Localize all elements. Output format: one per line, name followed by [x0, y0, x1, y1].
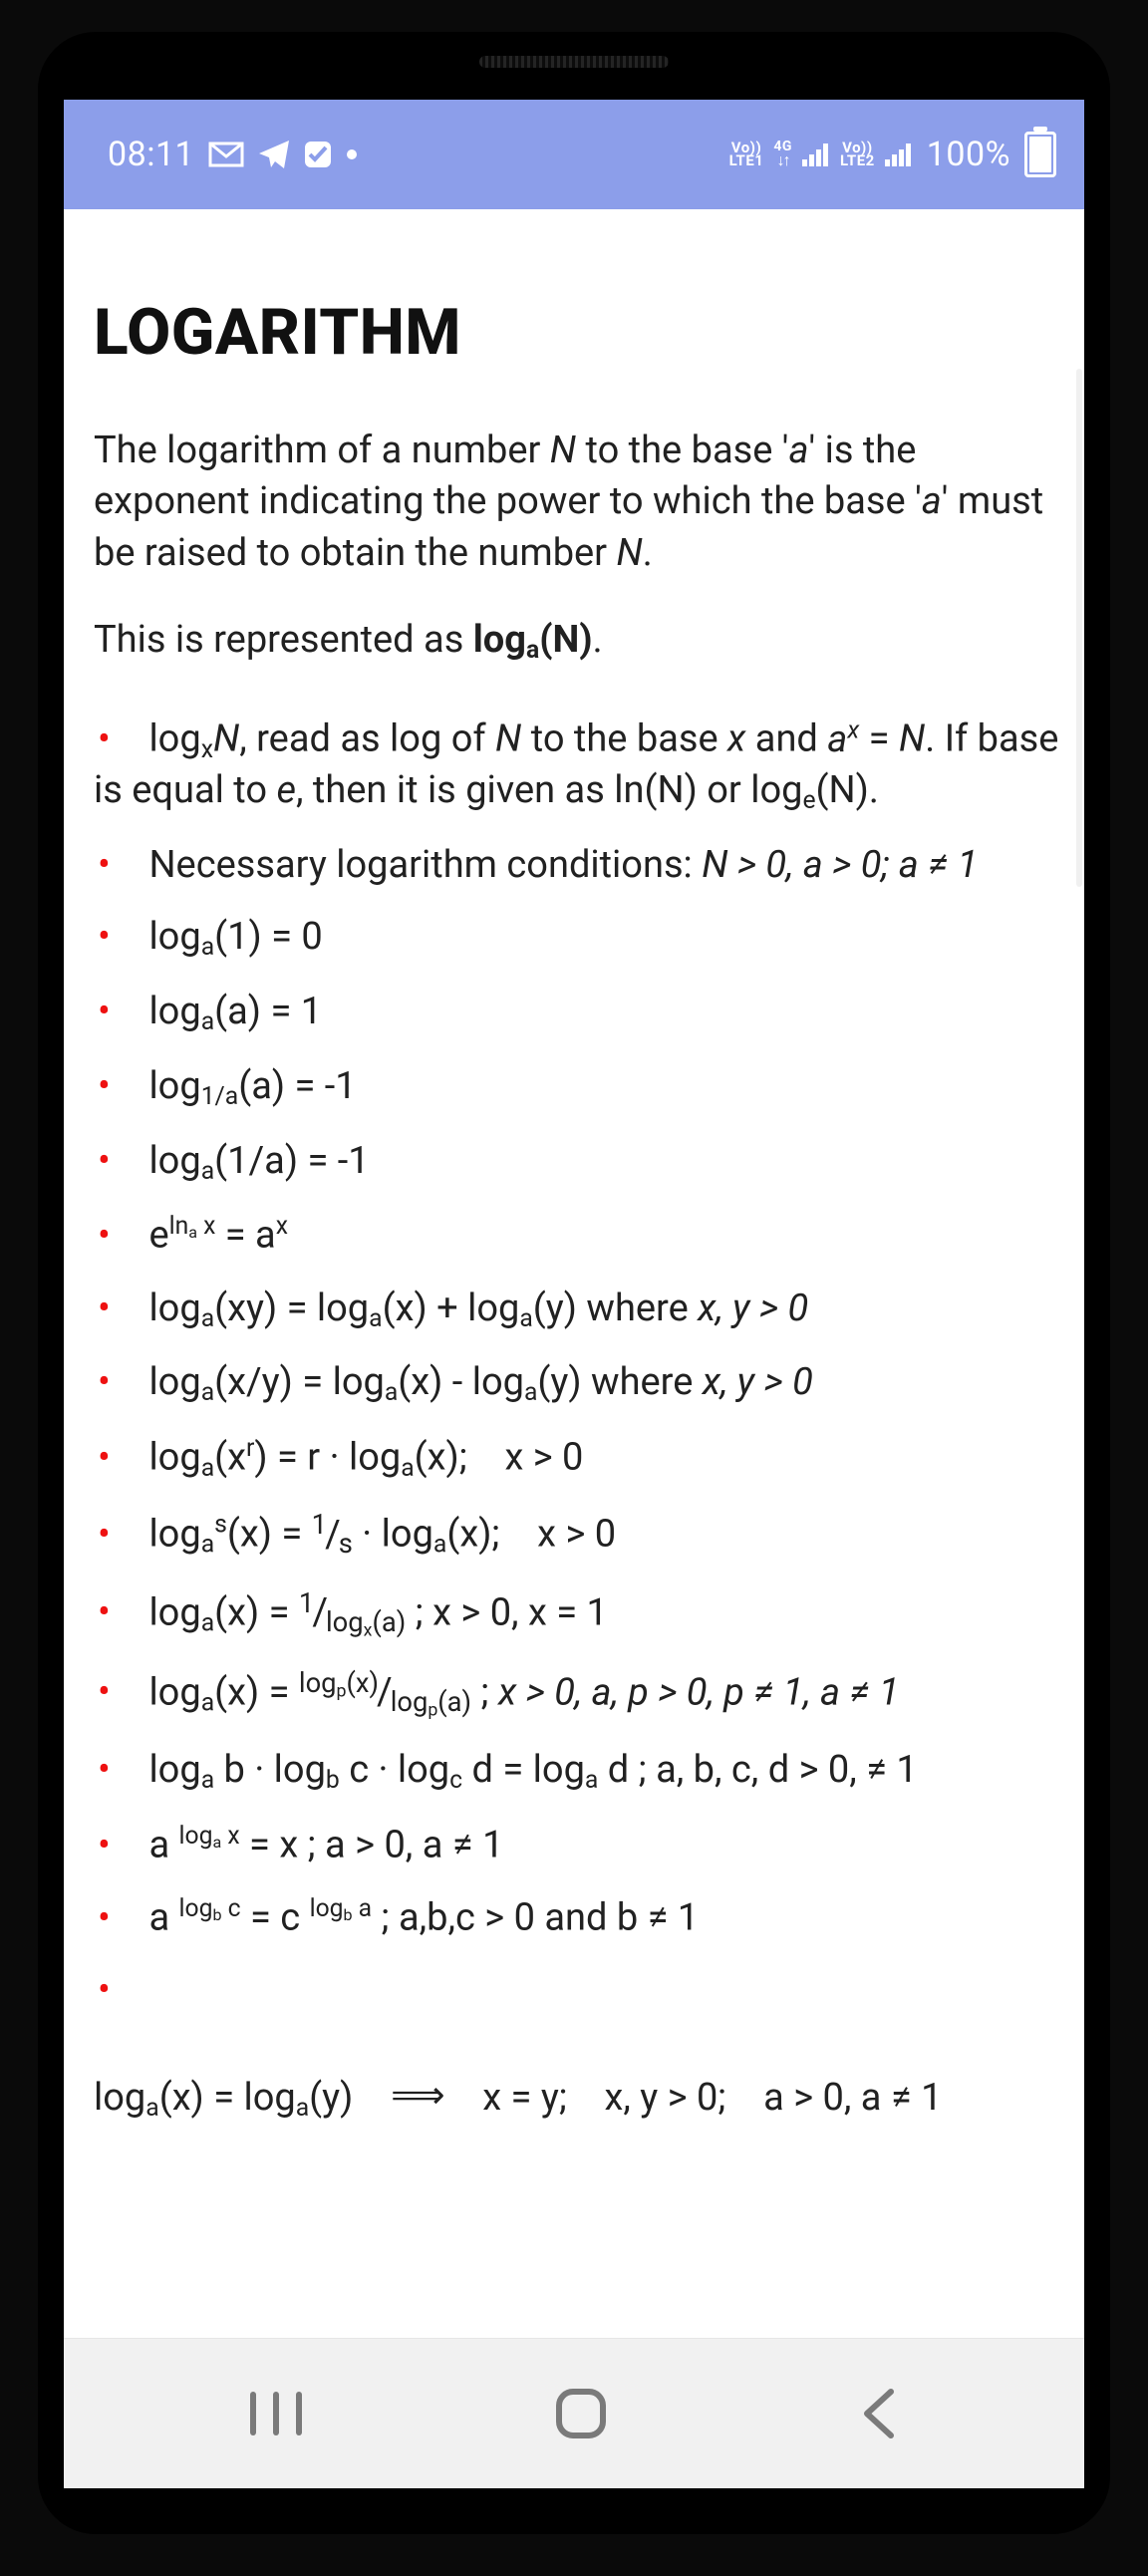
bullet-icon	[98, 1516, 144, 1554]
signal-2-icon	[885, 143, 913, 166]
bullet-icon	[98, 1289, 144, 1327]
bullet-icon	[98, 1899, 144, 1937]
list-item: loga(a) = 1	[94, 988, 1060, 1062]
gmail-icon	[208, 141, 244, 168]
bullet-icon	[98, 1751, 144, 1789]
implication-line: loga(x) = loga(y) ⟹ x = y; x, y > 0; a >…	[94, 2039, 1060, 2123]
bullet-icon	[98, 1971, 144, 2009]
list-item: loga(x) = 1/logx(a) ; x > 0, x = 1	[94, 1586, 1060, 1666]
list-item: logxN, read as log of N to the base x an…	[94, 715, 1060, 840]
status-bar: 08:11 Vo))	[64, 100, 1084, 209]
list-item: loga(xr) = r · loga(x); x > 0	[94, 1433, 1060, 1508]
bullet-icon	[98, 1142, 144, 1180]
phone-speaker	[479, 56, 669, 68]
list-item: logas(x) = 1/s · loga(x); x > 0	[94, 1508, 1060, 1585]
list-item: loga(x) = logp(x)/logp(a) ; x > 0, a, p …	[94, 1666, 1060, 1746]
bullet-icon	[98, 918, 144, 956]
bullet-icon	[98, 720, 144, 758]
representation-line: This is represented as loga(N).	[94, 615, 1060, 668]
back-button[interactable]	[857, 2388, 901, 2439]
bullet-icon	[98, 1363, 144, 1401]
battery-icon	[1024, 132, 1056, 177]
bullet-icon	[98, 1593, 144, 1631]
list-item: Necessary logarithm conditions: N > 0, a…	[94, 841, 1060, 914]
checkbox-icon	[304, 141, 332, 168]
home-button[interactable]	[553, 2386, 609, 2441]
list-item: a loga x = x ; a > 0, a ≠ 1	[94, 1821, 1060, 1893]
battery-percent: 100%	[927, 135, 1010, 174]
system-nav-bar	[64, 2338, 1084, 2488]
page-title: LOGARITHM	[94, 295, 1060, 370]
screen: 08:11 Vo))	[64, 100, 1084, 2488]
list-item: loga(1) = 0	[94, 913, 1060, 988]
list-item: loga b · logb c · logc d = loga d ; a, b…	[94, 1746, 1060, 1821]
implies-icon: ⟹	[391, 2073, 444, 2118]
bullet-icon	[98, 1827, 144, 1864]
bullet-icon	[98, 993, 144, 1030]
list-item: loga(x/y) = loga(x) - loga(y) where x, y…	[94, 1358, 1060, 1433]
volte2-indicator: Vo)) LTE2	[840, 142, 875, 168]
phone-frame: 08:11 Vo))	[40, 34, 1108, 2532]
document-body[interactable]: LOGARITHM The logarithm of a number N to…	[64, 209, 1084, 2123]
bullet-icon	[98, 846, 144, 884]
bullet-icon	[98, 1673, 144, 1711]
list-item: elna x = ax	[94, 1211, 1060, 1284]
dot-icon	[346, 148, 358, 160]
status-time: 08:11	[108, 135, 194, 174]
list-item: a logb c = c logb a ; a,b,c > 0 and b ≠ …	[94, 1893, 1060, 1966]
list-item: log1/a(a) = -1	[94, 1062, 1060, 1137]
list-item: loga(xy) = loga(x) + loga(y) where x, y …	[94, 1285, 1060, 1359]
telegram-icon	[258, 140, 290, 169]
list-item: loga(1/a) = -1	[94, 1137, 1060, 1212]
bullet-icon	[98, 1439, 144, 1477]
intro-paragraph: The logarithm of a number N to the base …	[94, 426, 1060, 579]
list-item	[94, 1966, 1060, 2039]
scrollbar-hint[interactable]	[1076, 369, 1082, 887]
properties-list: logxN, read as log of N to the base x an…	[94, 715, 1060, 2039]
recents-button[interactable]	[247, 2391, 305, 2436]
bullet-icon	[98, 1067, 144, 1105]
data-4g-indicator: 4G ↓↑	[773, 142, 792, 166]
volte1-indicator: Vo)) LTE1	[729, 142, 764, 168]
bullet-icon	[98, 1217, 144, 1255]
signal-1-icon	[802, 143, 830, 166]
